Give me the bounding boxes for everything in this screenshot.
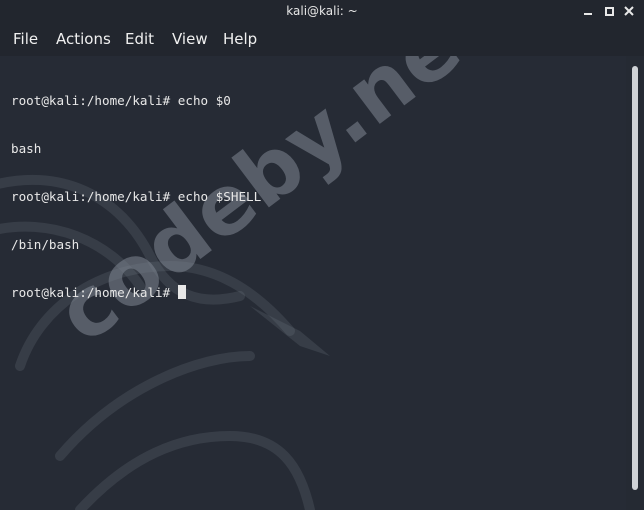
terminal-area[interactable]: codeby.net root@kali:/home/kali# echo $0…: [0, 56, 626, 510]
terminal-line: /bin/bash: [11, 237, 80, 252]
terminal-window: kali@kali: ~ File Actions Edit View Help…: [0, 0, 644, 510]
terminal-line: root@kali:/home/kali# echo $SHELL: [11, 189, 262, 204]
menu-actions[interactable]: Actions: [56, 30, 111, 48]
terminal-output: root@kali:/home/kali# echo $0 bash root@…: [11, 61, 261, 333]
title-bar[interactable]: kali@kali: ~: [0, 0, 644, 24]
window-title: kali@kali: ~: [286, 4, 358, 18]
prompt: root@kali:/home/kali#: [11, 285, 178, 300]
terminal-prompt-line[interactable]: root@kali:/home/kali#: [11, 285, 261, 301]
menu-edit[interactable]: Edit: [125, 30, 154, 48]
menu-help[interactable]: Help: [223, 30, 257, 48]
menu-file[interactable]: File: [13, 30, 38, 48]
maximize-icon[interactable]: [601, 3, 617, 19]
terminal-line: root@kali:/home/kali# echo $0: [11, 93, 231, 108]
menu-view[interactable]: View: [172, 30, 208, 48]
text-cursor: [177, 285, 186, 299]
close-icon[interactable]: [621, 3, 637, 19]
scrollbar[interactable]: [626, 56, 644, 510]
minimize-icon[interactable]: [580, 3, 596, 19]
terminal-line: bash: [11, 141, 42, 156]
menu-bar: File Actions Edit View Help: [0, 24, 644, 56]
scrollbar-thumb[interactable]: [632, 66, 638, 490]
